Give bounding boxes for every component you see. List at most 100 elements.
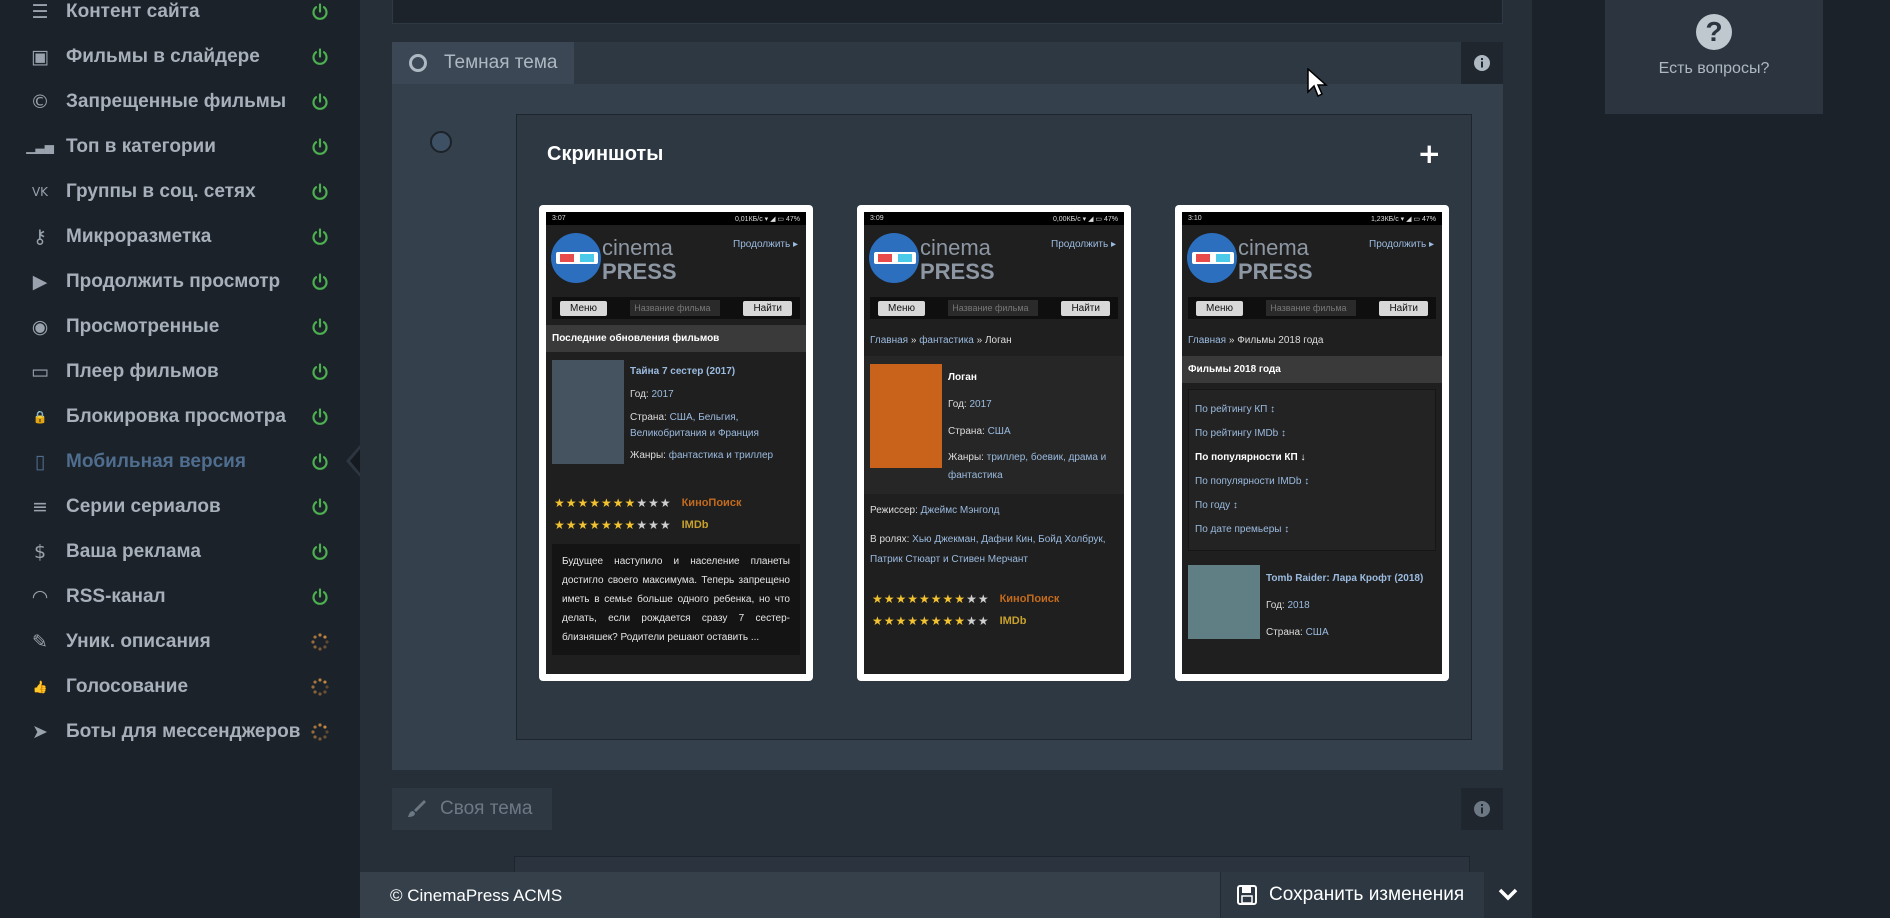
- lock-icon: 🔒: [32, 410, 48, 424]
- sidebar-item[interactable]: © Запрещенные фильмы: [0, 80, 360, 124]
- power-icon[interactable]: [308, 225, 332, 249]
- brush-icon: [408, 800, 426, 817]
- power-icon[interactable]: [308, 45, 332, 69]
- play-icon: ▶: [32, 271, 48, 293]
- sort-option: По дате премьеры ↕: [1195, 524, 1290, 535]
- movie-country: Страна: США: [948, 426, 1011, 437]
- phone-screen: 3:10 1,23КБ/с ▾ ◢ ▭ 47% cinema PRESS Про…: [1182, 212, 1442, 674]
- question-icon: ?: [1696, 14, 1732, 50]
- power-icon[interactable]: [308, 135, 332, 159]
- sidebar-item-label: Плеер фильмов: [66, 361, 219, 382]
- sidebar-item[interactable]: ▭ Плеер фильмов: [0, 350, 360, 394]
- key-icon: ⚷: [33, 226, 47, 248]
- find-button: Найти: [1061, 300, 1110, 316]
- movie-description: Будущее наступило и население планеты до…: [552, 544, 800, 655]
- loading-spinner-icon[interactable]: [308, 630, 332, 654]
- save-changes-label: Сохранить изменения: [1269, 884, 1465, 905]
- power-icon[interactable]: [308, 270, 332, 294]
- power-icon[interactable]: [308, 540, 332, 564]
- loading-spinner-icon[interactable]: [308, 720, 332, 744]
- theme-radio-button[interactable]: [430, 131, 452, 153]
- sort-options: По рейтингу КП ↕ По рейтингу IMDb ↕ По поп…: [1188, 389, 1436, 551]
- continue-link: Продолжить ▸: [1051, 239, 1116, 250]
- sort-option: По рейтингу КП ↕: [1195, 404, 1276, 415]
- status-net: 1,23КБ/с ▾ ◢ ▭ 47%: [1370, 215, 1436, 223]
- loading-spinner-icon[interactable]: [308, 675, 332, 699]
- movie-genres: Жанры: триллер, боевик, драма и фантасти…: [948, 452, 1107, 481]
- signal-bars-icon: ▁▃▅: [26, 140, 54, 154]
- logo-text-cinema: cinema: [920, 235, 991, 260]
- dark-theme-info-button[interactable]: [1461, 42, 1503, 84]
- screenshot-1[interactable]: 3:07 0,01КБ/с ▾ ◢ ▭ 47% cinema PRESS Про…: [539, 205, 813, 681]
- sidebar-item[interactable]: ▁▃▅ Топ в категории: [0, 125, 360, 169]
- rating-stars: ★★★★★★★★★★: [554, 496, 672, 510]
- sidebar-item-label: Контент сайта: [66, 1, 200, 22]
- sidebar-item[interactable]: ☰ Контент сайта: [0, 0, 360, 34]
- section-heading: Последние обновления фильмов: [546, 325, 806, 352]
- sidebar-item-label: Мобильная версия: [66, 451, 246, 472]
- sidebar-item[interactable]: ✎ Уник. описания: [0, 620, 360, 664]
- add-screenshot-button[interactable]: +: [1418, 137, 1441, 170]
- movie-poster: [1188, 565, 1260, 639]
- sidebar-item-label: Уник. описания: [66, 631, 211, 652]
- radio-icon[interactable]: [409, 54, 427, 72]
- site-logo: cinema PRESS Продолжить ▸: [1182, 225, 1442, 287]
- save-changes-button[interactable]: Сохранить изменения: [1220, 872, 1484, 918]
- copyright: © CinemaPress ACMS: [390, 886, 563, 905]
- sidebar-item[interactable]: ◉ Просмотренные: [0, 305, 360, 349]
- power-icon[interactable]: [308, 315, 332, 339]
- power-icon[interactable]: [308, 450, 332, 474]
- status-time: 3:10: [1188, 215, 1202, 222]
- power-icon[interactable]: [308, 585, 332, 609]
- power-icon[interactable]: [308, 180, 332, 204]
- site-logo: cinema PRESS Продолжить ▸: [546, 225, 806, 287]
- pencil-icon: ✎: [32, 631, 48, 653]
- sidebar-item[interactable]: 👍 Голосование: [0, 665, 360, 709]
- sidebar-item[interactable]: $ Ваша реклама: [0, 530, 360, 574]
- sidebar-item[interactable]: ≡ Серии сериалов: [0, 485, 360, 529]
- sidebar-item[interactable]: ▯ Мобильная версия: [0, 440, 360, 484]
- sidebar-item[interactable]: ◠ RSS-канал: [0, 575, 360, 619]
- sidebar-item-label: Топ в категории: [66, 136, 216, 157]
- collapse-button[interactable]: [1484, 872, 1532, 918]
- mouse-cursor-icon: [1307, 68, 1328, 98]
- sidebar-item[interactable]: ⚷ Микроразметка: [0, 215, 360, 259]
- sidebar-item-label: Боты для мессенджеров: [66, 721, 301, 742]
- footer-bar: © CinemaPress ACMS Сохранить изменения: [360, 872, 1532, 918]
- help-card[interactable]: ? Есть вопросы?: [1605, 0, 1823, 114]
- power-icon[interactable]: [308, 90, 332, 114]
- screenshot-2[interactable]: 3:09 0,00КБ/с ▾ ◢ ▭ 47% cinema PRESS Про…: [857, 205, 1131, 681]
- monitor-icon: ▭: [31, 361, 49, 383]
- power-icon[interactable]: [308, 0, 332, 24]
- movie-row: Логан Год: 2017 Страна: США Жанры: трилл…: [864, 356, 1124, 494]
- sidebar-item[interactable]: VK Группы в соц. сетях: [0, 170, 360, 214]
- sidebar-item[interactable]: 🔒 Блокировка просмотра: [0, 395, 360, 439]
- own-theme-tab[interactable]: Своя тема: [392, 788, 552, 830]
- power-icon[interactable]: [308, 495, 332, 519]
- dark-theme-tab[interactable]: Темная тема: [392, 42, 574, 84]
- sidebar-item-label: Продолжить просмотр: [66, 271, 281, 292]
- sidebar-item[interactable]: ▣ Фильмы в слайдере: [0, 35, 360, 79]
- own-theme-info-button[interactable]: [1461, 788, 1503, 830]
- movie-year: Год: 2017: [948, 399, 992, 410]
- imdb-rating: ★★★★★★★★★★ IMDb: [546, 514, 806, 536]
- screenshot-3[interactable]: 3:10 1,23КБ/с ▾ ◢ ▭ 47% cinema PRESS Про…: [1175, 205, 1449, 681]
- power-icon[interactable]: [308, 405, 332, 429]
- power-icon[interactable]: [308, 360, 332, 384]
- movie-year: Год: 2018: [1266, 600, 1310, 611]
- kp-rating: ★★★★★★★★★★ КиноПоиск: [546, 492, 806, 514]
- phone-search-bar: Меню Название фильма Найти: [870, 297, 1118, 319]
- copyright-icon: ©: [30, 91, 50, 113]
- sidebar-item-label: Фильмы в слайдере: [66, 46, 260, 67]
- vk-icon: VK: [31, 185, 49, 199]
- section-heading: Фильмы 2018 года: [1182, 356, 1442, 383]
- imdb-label: IMDb: [681, 519, 709, 531]
- sidebar: ☰ Контент сайта ▣ Фильмы в слайдере © Запреще…: [0, 0, 360, 918]
- money-icon: $: [33, 541, 47, 563]
- previous-panel: [392, 0, 1503, 24]
- dark-theme-title: Темная тема: [444, 52, 558, 73]
- movie-genres: Жанры: фантастика и триллер: [630, 450, 774, 461]
- sidebar-item[interactable]: ➤ Боты для мессенджеров: [0, 710, 360, 754]
- main-content: Темная тема Скриншоты + 3:07 0,01КБ/с ▾ …: [360, 0, 1532, 918]
- sidebar-item[interactable]: ▶ Продолжить просмотр: [0, 260, 360, 304]
